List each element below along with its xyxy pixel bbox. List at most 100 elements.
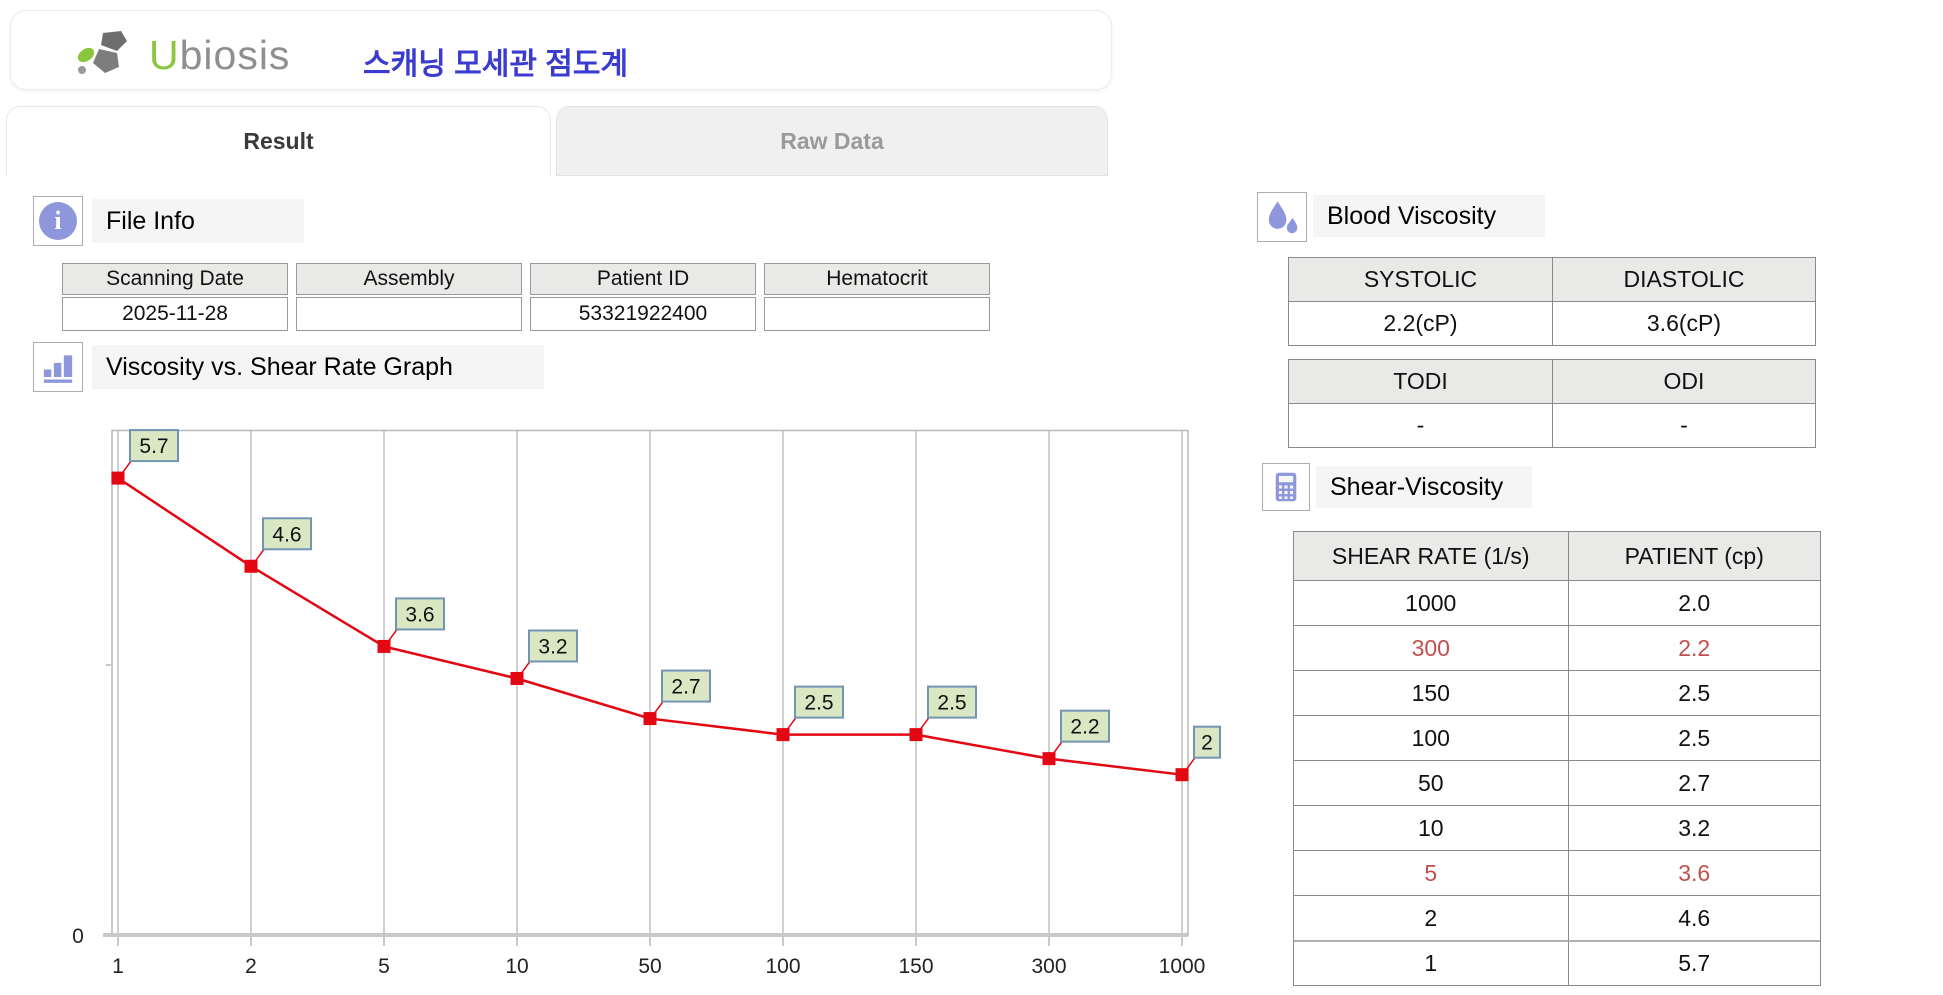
shear-rate-cell: 10 [1294,805,1568,850]
shear-table-row: 1502.5 [1294,670,1820,715]
file-info-patient-id: Patient ID 53321922400 [530,263,756,331]
shear-rate-cell: 1000 [1294,580,1568,625]
shear-table-row: 15.7 [1294,940,1820,985]
patient-viscosity-cell: 2.2 [1568,625,1820,670]
chart-gridlines [118,430,1182,935]
chart-x-tick-labels: 1 2 5 10 50 100 150 300 1000 [112,955,1205,978]
svg-text:4.6: 4.6 [272,523,301,546]
svg-text:1000: 1000 [1159,955,1206,978]
shear-rate-cell: 5 [1294,850,1568,895]
shear-rate-cell: 150 [1294,670,1568,715]
shear-table-row: 10002.0 [1294,580,1820,625]
blood-drops-icon [1261,196,1303,238]
shear-viscosity-icon-box [1262,463,1310,511]
patient-viscosity-cell: 5.7 [1568,940,1820,985]
app-title-korean: 스캐닝 모세관 점도계 [363,39,628,83]
svg-text:2.5: 2.5 [804,692,833,715]
hematocrit-header: Hematocrit [764,263,990,295]
patient-viscosity-cell: 3.6 [1568,850,1820,895]
svg-text:3.2: 3.2 [538,635,567,658]
blood-viscosity-icon-box [1257,192,1307,242]
logo-letter-u: U [149,32,180,78]
svg-text:1: 1 [112,955,124,978]
graph-section-title: Viscosity vs. Shear Rate Graph [92,345,544,389]
svg-text:2: 2 [1201,732,1213,755]
patient-viscosity-cell: 2.7 [1568,760,1820,805]
logo-text-rest: biosis [180,32,291,78]
svg-text:3.6: 3.6 [405,603,434,626]
file-info-assembly: Assembly [296,263,522,331]
patient-id-header: Patient ID [530,263,756,295]
patient-viscosity-cell: 2.5 [1568,715,1820,760]
todi-header: TODI [1289,360,1552,404]
shear-viscosity-section-title: Shear-Viscosity [1316,466,1532,508]
viscosity-shear-rate-chart: 1 2 5 10 50 100 150 300 1000 0 5.7 4.6 3.6 3.2 2.7 2.5 2… [62,420,1292,995]
file-info-section-title: File Info [92,199,304,243]
svg-text:300: 300 [1031,955,1066,978]
chart-y-zero-label: 0 [72,925,84,948]
odi-header: ODI [1552,360,1815,404]
svg-text:2.7: 2.7 [671,676,700,699]
patient-viscosity-cell: 3.2 [1568,805,1820,850]
systolic-value: 2.2(cP) [1289,302,1552,345]
tab-result-label: Result [243,128,313,155]
patient-column-header: PATIENT (cp) [1568,532,1820,580]
shear-rate-cell: 300 [1294,625,1568,670]
tab-result[interactable]: Result [6,106,551,176]
patient-id-value: 53321922400 [530,297,756,331]
diastolic-header: DIASTOLIC [1552,258,1815,302]
shear-rate-cell: 50 [1294,760,1568,805]
todi-value: - [1289,404,1552,447]
odi-value: - [1552,404,1815,447]
shear-rate-cell: 1 [1294,940,1568,985]
shear-rate-cell: 2 [1294,895,1568,940]
shear-table-row: 53.6 [1294,850,1820,895]
diastolic-value: 3.6(cP) [1552,302,1815,345]
ubiosis-logo-text: Ubiosis [149,35,290,76]
ubiosis-logo: Ubiosis [73,29,290,81]
chart-x-axis [103,665,1188,946]
shear-table-header-row: SHEAR RATE (1/s) PATIENT (cp) [1294,532,1820,580]
tab-raw-data[interactable]: Raw Data [556,106,1108,176]
scanning-date-header: Scanning Date [62,263,288,295]
bar-chart-icon [38,347,78,387]
file-info-scanning-date: Scanning Date 2025-11-28 [62,263,288,331]
blood-viscosity-section-title: Blood Viscosity [1313,195,1545,237]
systolic-header: SYSTOLIC [1289,258,1552,302]
shear-table-row: 24.6 [1294,895,1820,940]
graph-icon-box [33,342,83,392]
todi-odi-table: TODI ODI - - [1288,359,1816,448]
info-icon: i [39,202,77,240]
svg-text:5.7: 5.7 [139,435,168,458]
patient-viscosity-cell: 2.5 [1568,670,1820,715]
hematocrit-value [764,297,990,331]
svg-text:150: 150 [898,955,933,978]
scanning-date-value: 2025-11-28 [62,297,288,331]
systolic-diastolic-table: SYSTOLIC DIASTOLIC 2.2(cP) 3.6(cP) [1288,257,1816,346]
svg-text:2: 2 [245,955,257,978]
app-window: Ubiosis 스캐닝 모세관 점도계 Result Raw Data i Fi… [0,0,1943,995]
svg-text:100: 100 [765,955,800,978]
file-info-hematocrit: Hematocrit [764,263,990,331]
tab-raw-data-label: Raw Data [780,128,884,155]
ubiosis-logo-icon [73,29,147,81]
patient-viscosity-cell: 4.6 [1568,895,1820,940]
patient-viscosity-cell: 2.0 [1568,580,1820,625]
shear-table-row: 3002.2 [1294,625,1820,670]
calculator-icon [1267,468,1305,506]
shear-table-row: 1002.5 [1294,715,1820,760]
shear-table-row: 502.7 [1294,760,1820,805]
svg-text:50: 50 [638,955,661,978]
svg-text:2.2: 2.2 [1070,716,1099,739]
header-card: Ubiosis 스캐닝 모세관 점도계 [10,10,1112,90]
assembly-header: Assembly [296,263,522,295]
svg-text:2.5: 2.5 [937,692,966,715]
shear-rate-cell: 100 [1294,715,1568,760]
svg-text:5: 5 [378,955,390,978]
shear-table-row: 103.2 [1294,805,1820,850]
shear-table-body: 10002.03002.21502.51002.5502.7103.253.62… [1294,580,1820,985]
shear-viscosity-table: SHEAR RATE (1/s) PATIENT (cp) 10002.0300… [1293,531,1821,986]
assembly-value [296,297,522,331]
svg-text:10: 10 [505,955,528,978]
shear-rate-column-header: SHEAR RATE (1/s) [1294,532,1568,580]
